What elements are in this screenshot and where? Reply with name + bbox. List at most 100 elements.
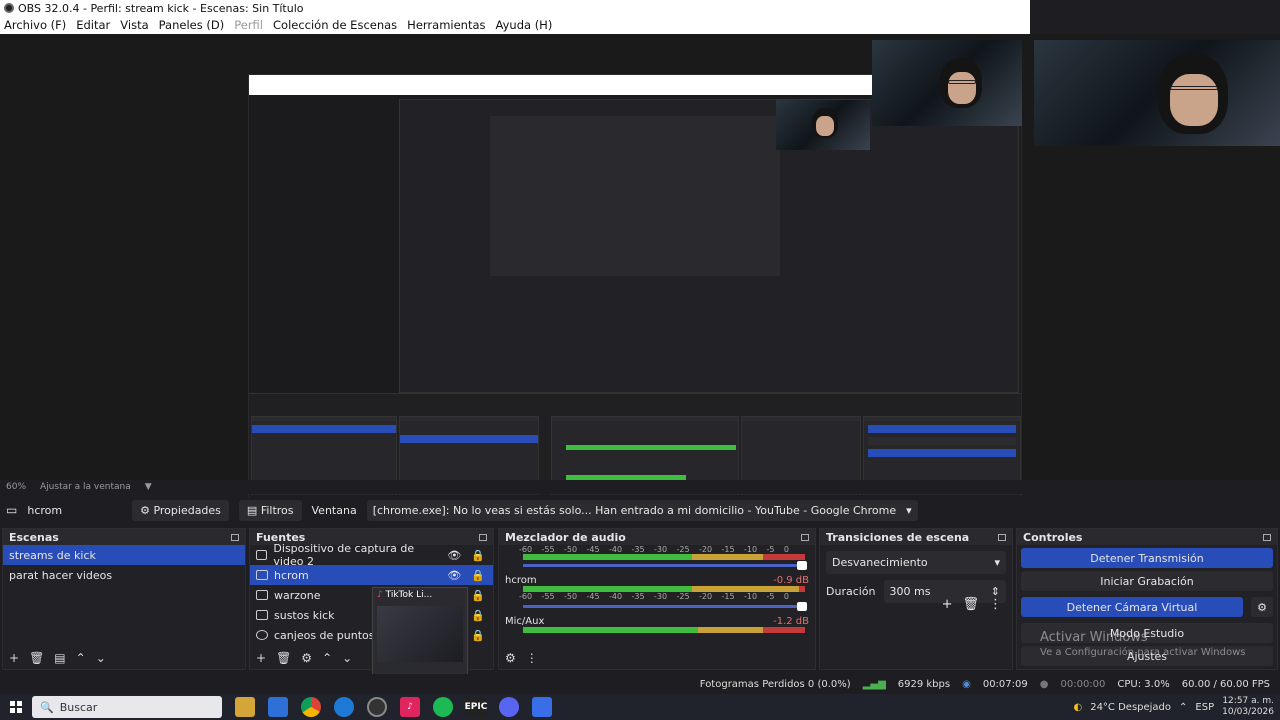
menu-perfil[interactable]: Perfil bbox=[234, 18, 263, 32]
preview-canvas[interactable] bbox=[0, 34, 1280, 510]
slider-knob[interactable] bbox=[797, 602, 807, 611]
start-recording-button[interactable]: Iniciar Grabación bbox=[1021, 571, 1273, 591]
preview-zoom-row: 60% Ajustar a la ventana ▼ bbox=[0, 480, 1280, 494]
menu-archivo[interactable]: Archivo (F) bbox=[4, 18, 66, 32]
move-up-icon[interactable]: ⌃ bbox=[322, 651, 332, 665]
meter-tick-label: -30 bbox=[654, 545, 668, 554]
stream-time: 00:07:09 bbox=[982, 678, 1028, 690]
meter-tick-label: -35 bbox=[631, 545, 645, 554]
window-select[interactable]: [chrome.exe]: No lo veas si estás solo..… bbox=[366, 499, 918, 521]
duration-label: Duración bbox=[826, 585, 876, 598]
language[interactable]: ESP bbox=[1195, 702, 1214, 713]
transitions-dock: Transiciones de escena Desvanecimiento ▾ … bbox=[819, 528, 1013, 670]
channel-db: -1.2 dB bbox=[773, 616, 809, 627]
slider-knob[interactable] bbox=[797, 561, 807, 570]
tray-overflow-icon[interactable]: ⌃ bbox=[1179, 702, 1187, 713]
lock-icon[interactable]: 🔒 bbox=[471, 629, 485, 642]
add-icon[interactable]: + bbox=[9, 651, 19, 665]
mixer-channel: -60 -55 -50 -45 -40 -35 -30 -25 -20 -15 -10 -5 0 bbox=[499, 545, 815, 570]
clock[interactable]: 12:57 a. m. 10/03/2026 bbox=[1222, 696, 1274, 718]
menu-coleccion-escenas[interactable]: Colección de Escenas bbox=[273, 18, 397, 32]
trash-icon[interactable]: 🗑 bbox=[962, 597, 979, 612]
zoom-dropdown-icon[interactable]: ▼ bbox=[145, 482, 152, 492]
float-icon[interactable] bbox=[479, 533, 487, 541]
float-icon[interactable] bbox=[231, 533, 239, 541]
zoom-level[interactable]: 60% bbox=[6, 482, 26, 492]
transitions-title: Transiciones de escena bbox=[826, 530, 970, 544]
channel-name: Mic/Aux bbox=[505, 616, 545, 627]
weather-icon[interactable]: ◐ bbox=[1073, 702, 1082, 713]
scene-item[interactable]: streams de kick bbox=[3, 545, 245, 565]
stop-streaming-button[interactable]: Detener Transmisión bbox=[1021, 548, 1273, 568]
menu-dots-icon[interactable]: ⋮ bbox=[526, 651, 538, 665]
system-tray: ◐ 24°C Despejado ⌃ ESP 12:57 a. m. 10/03… bbox=[1073, 696, 1280, 718]
app-icon[interactable] bbox=[532, 697, 552, 717]
menu-vista[interactable]: Vista bbox=[120, 18, 148, 32]
activate-windows-watermark: Activar Windows Ve a Configuración para … bbox=[1040, 630, 1246, 658]
discord-icon[interactable] bbox=[499, 697, 519, 717]
record-time: 00:00:00 bbox=[1060, 678, 1106, 690]
float-icon[interactable] bbox=[801, 533, 809, 541]
eye-icon[interactable]: 👁 bbox=[447, 549, 461, 562]
scene-item[interactable]: parat hacer videos bbox=[3, 565, 245, 585]
spotify-icon[interactable] bbox=[433, 697, 453, 717]
obs-icon[interactable] bbox=[367, 697, 387, 717]
transition-select[interactable]: Desvanecimiento ▾ bbox=[826, 551, 1006, 574]
window-label: Ventana bbox=[311, 503, 357, 517]
filter-icon: ▤ bbox=[246, 503, 261, 517]
meter-tick-label: -10 bbox=[744, 545, 758, 554]
sources-footer: + 🗑 ⚙ ⌃ ⌄ bbox=[250, 649, 352, 667]
meter-tick-label: -60 bbox=[519, 592, 533, 601]
meter-tick-label: -10 bbox=[744, 592, 758, 601]
lock-icon[interactable]: 🔒 bbox=[471, 589, 485, 602]
weather[interactable]: 24°C Despejado bbox=[1090, 702, 1171, 713]
file-explorer-icon[interactable] bbox=[235, 697, 255, 717]
float-icon[interactable] bbox=[1263, 533, 1271, 541]
move-down-icon[interactable]: ⌄ bbox=[342, 651, 352, 665]
store-icon[interactable] bbox=[268, 697, 288, 717]
windows-start-icon[interactable] bbox=[10, 701, 22, 713]
edge-icon[interactable] bbox=[334, 697, 354, 717]
epic-games-icon[interactable]: EPIC bbox=[465, 697, 487, 717]
windows-taskbar: 🔍 Buscar ♪ EPIC ◐ 24°C Despejado ⌃ ESP 1… bbox=[0, 694, 1280, 720]
filter-icon[interactable]: ▤ bbox=[54, 651, 65, 665]
chrome-icon[interactable] bbox=[301, 697, 321, 717]
menu-dots-icon[interactable]: ⋮ bbox=[989, 597, 1002, 612]
filters-button[interactable]: ▤ Filtros bbox=[238, 499, 302, 521]
source-item[interactable]: hcrom 👁 🔒 bbox=[250, 565, 493, 585]
properties-button[interactable]: ⚙ Propiedades bbox=[132, 499, 229, 521]
zoom-fit[interactable]: Ajustar a la ventana bbox=[40, 482, 131, 492]
lock-icon[interactable]: 🔒 bbox=[471, 549, 485, 562]
taskbar-search[interactable]: 🔍 Buscar bbox=[32, 696, 222, 718]
move-down-icon[interactable]: ⌄ bbox=[96, 651, 106, 665]
stop-virtual-camera-button[interactable]: Detener Cámara Virtual bbox=[1021, 597, 1243, 617]
webcam-feed bbox=[1034, 40, 1280, 146]
menu-paneles[interactable]: Paneles (D) bbox=[159, 18, 225, 32]
volume-slider[interactable] bbox=[523, 602, 807, 611]
float-icon[interactable] bbox=[998, 533, 1006, 541]
volume-meter bbox=[523, 554, 805, 560]
source-item[interactable]: Dispositivo de captura de video 2 👁 🔒 bbox=[250, 542, 493, 568]
volume-meter bbox=[523, 586, 805, 592]
meter-tick-label: -55 bbox=[541, 592, 555, 601]
trash-icon[interactable]: 🗑 bbox=[29, 651, 44, 665]
add-icon[interactable]: + bbox=[256, 651, 266, 665]
virtual-camera-settings-gear-icon[interactable]: ⚙ bbox=[1251, 597, 1273, 617]
volume-slider[interactable] bbox=[523, 561, 807, 570]
add-icon[interactable]: + bbox=[942, 597, 953, 612]
tiktok-live-icon[interactable]: ♪ bbox=[400, 697, 420, 717]
search-icon: 🔍 bbox=[40, 700, 54, 714]
eye-icon[interactable]: 👁 bbox=[447, 569, 461, 582]
sources-dock: Fuentes Dispositivo de captura de video … bbox=[249, 528, 494, 675]
menu-ayuda[interactable]: Ayuda (H) bbox=[496, 18, 553, 32]
gear-icon[interactable]: ⚙ bbox=[301, 651, 312, 665]
trash-icon[interactable]: 🗑 bbox=[276, 651, 291, 665]
advanced-audio-icon[interactable]: ⚙ bbox=[505, 651, 516, 665]
nested-preview-inner bbox=[490, 116, 780, 276]
lock-icon[interactable]: 🔒 bbox=[471, 569, 485, 582]
menu-editar[interactable]: Editar bbox=[76, 18, 110, 32]
menu-herramientas[interactable]: Herramientas bbox=[407, 18, 485, 32]
move-up-icon[interactable]: ⌃ bbox=[76, 651, 86, 665]
meter-ticks: -60 -55 -50 -45 -40 -35 -30 -25 -20 -15 -10 -5 0 bbox=[519, 592, 789, 601]
lock-icon[interactable]: 🔒 bbox=[471, 609, 485, 622]
